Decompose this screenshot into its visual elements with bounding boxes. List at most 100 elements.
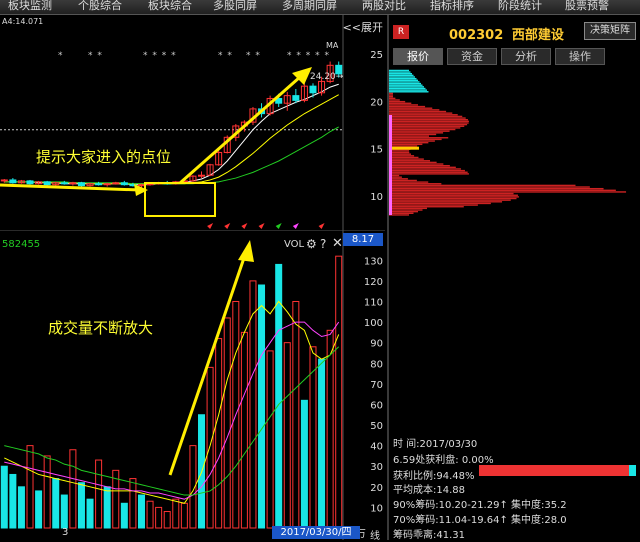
volume-ytick-label: 100: [364, 318, 383, 329]
chart-pane: 10 15 20 25 10 20 30 40 50 60 70 80 90 100 110 120 130 …: [0, 15, 385, 542]
volume-bar: [120, 502, 128, 529]
chip-bar: [389, 145, 418, 147]
menu-item-4[interactable]: 多周期同屏: [282, 0, 337, 13]
tab-analysis[interactable]: 分析: [501, 48, 551, 65]
chip-bar: [389, 212, 414, 214]
current-price-badge: 8.17: [343, 233, 383, 246]
volume-chart[interactable]: 10 20 30 40 50 60 70 80 90 100 110 120 130: [0, 230, 385, 540]
signal-arrow: [241, 223, 248, 229]
candle-body: [120, 182, 128, 186]
chip-bar: [389, 199, 511, 201]
chip-bar: [389, 115, 463, 118]
kline-ytick-label: 15: [370, 145, 383, 156]
chip-bar: [389, 71, 411, 73]
chip-bar: [389, 169, 465, 172]
stock-title: 002302 西部建设: [449, 24, 564, 43]
chip-bar: [389, 202, 491, 205]
volume-bar: [318, 358, 326, 529]
signal-arrow: [292, 223, 299, 229]
signal-stars-6: * * * * *: [287, 51, 330, 61]
chip-profit-ratio: 获利比例:94.48%: [393, 471, 475, 482]
chip-bar: [389, 201, 503, 203]
signal-arrow: [275, 223, 282, 229]
menu-item-0[interactable]: 板块监测: [8, 0, 52, 13]
chip-bar: [389, 82, 421, 85]
chip-bar: [389, 123, 468, 126]
volume-bar: [77, 482, 85, 529]
volume-bar: [258, 284, 266, 529]
menu-item-2[interactable]: 板块综合: [148, 0, 192, 13]
chip-bar: [389, 150, 410, 152]
chip-bar: [389, 209, 423, 211]
chip-bar: [389, 151, 410, 154]
chip-bar: [389, 110, 447, 113]
signal-stars-5: * *: [246, 51, 261, 61]
chip-bar: [389, 155, 415, 157]
chip-bar: [389, 100, 406, 103]
chip-bar: [389, 105, 426, 108]
volume-bar: [180, 502, 188, 529]
profit-ratio-bar: [479, 465, 631, 476]
chip-bar: [389, 191, 627, 193]
volume-bar: [86, 498, 94, 529]
kline-ytick-label: 25: [370, 50, 383, 61]
volume-callout-arrowhead: [238, 240, 254, 262]
volume-bar: [0, 465, 8, 529]
chip-bar: [389, 69, 409, 72]
chip-bar: [389, 86, 424, 88]
expand-button[interactable]: <<展开: [343, 19, 383, 35]
chip-bar: [389, 79, 418, 81]
chip-bar: [389, 81, 420, 83]
menu-item-6[interactable]: 指标排序: [430, 0, 474, 13]
chip-bar: [389, 119, 468, 121]
volume-bar: [206, 366, 214, 529]
volume-ytick-label: 60: [370, 400, 383, 411]
menu-item-7[interactable]: 阶段统计: [498, 0, 542, 13]
profit-ratio-bar-end: [629, 465, 636, 476]
chip-bar: [389, 197, 517, 200]
chip-bar: [389, 161, 437, 164]
kline-ytick-label: 20: [370, 97, 383, 108]
tab-funds[interactable]: 资金: [447, 48, 497, 65]
volume-bar: [163, 511, 171, 529]
chip-bar: [389, 183, 442, 185]
chip-bar: [389, 168, 461, 170]
volume-ytick-label: 20: [370, 483, 383, 494]
gear-icon[interactable]: ⚙: [306, 237, 317, 251]
chip-bar: [389, 166, 456, 169]
volume-bar: [215, 338, 223, 529]
chip-bar: [389, 192, 514, 195]
menu-item-8[interactable]: 股票预警: [565, 0, 609, 13]
menu-item-3[interactable]: 多股同屏: [213, 0, 257, 13]
chip-bar: [389, 107, 433, 109]
chip-bar: [389, 137, 449, 139]
candle-body: [137, 184, 145, 187]
chip-bar: [389, 186, 590, 188]
chip-bar: [389, 125, 465, 127]
chip-bar: [389, 135, 429, 137]
chip-deviation: 筹码乖离:41.31: [393, 530, 465, 541]
chip-average-cost: 平均成本:14.88: [393, 485, 465, 496]
menu-item-5[interactable]: 两股对比: [362, 0, 406, 13]
volume-ytick-label: 90: [370, 339, 383, 350]
candle-body: [60, 182, 68, 185]
volume-bar: [52, 478, 60, 529]
close-icon[interactable]: ✕: [332, 236, 343, 251]
tab-operation[interactable]: 操作: [555, 48, 605, 65]
signal-arrow: [207, 223, 214, 229]
volume-bar: [35, 490, 43, 529]
candle-body: [95, 183, 103, 186]
chip-bar: [389, 158, 424, 160]
help-icon[interactable]: ?: [320, 237, 326, 251]
tab-quote[interactable]: 报价: [393, 48, 443, 65]
signal-stars-1: *: [58, 51, 64, 61]
chip-bar: [389, 171, 468, 173]
chip-bar: [389, 127, 461, 129]
menu-item-1[interactable]: 个股综合: [78, 0, 122, 13]
decision-matrix-button[interactable]: 决策矩阵: [584, 22, 636, 40]
volume-bar: [172, 498, 180, 529]
volume-bar: [95, 459, 103, 529]
callout-entry-point: 提示大家进入的点位: [36, 148, 172, 166]
volume-bar: [292, 300, 300, 529]
chip-bar: [389, 143, 423, 146]
